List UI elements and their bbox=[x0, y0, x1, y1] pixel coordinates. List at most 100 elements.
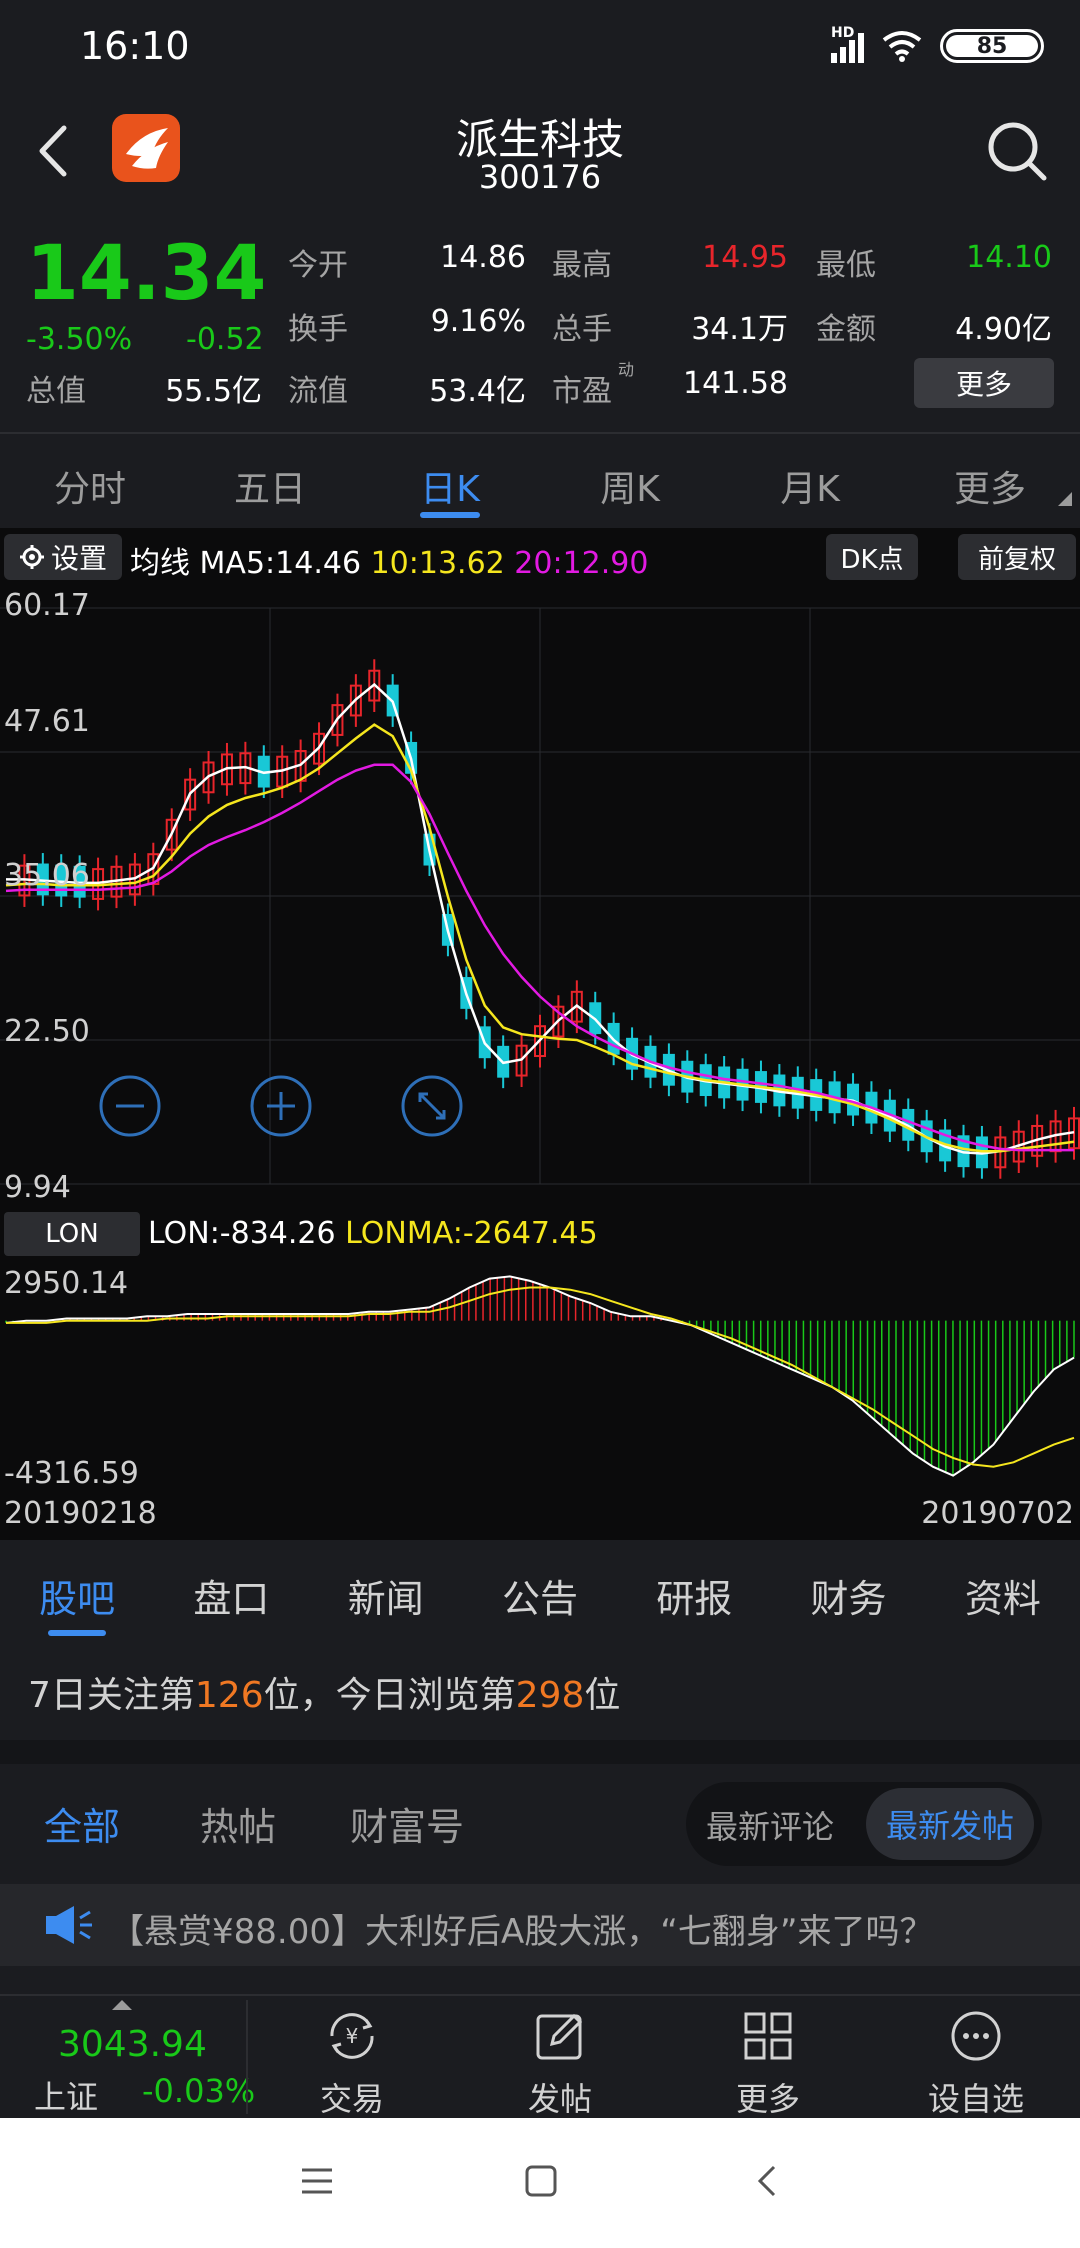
more-quote-button[interactable]: 更多 bbox=[914, 358, 1054, 408]
tab-news[interactable]: 新闻 bbox=[309, 1542, 463, 1640]
quote-label: 总手 bbox=[552, 312, 612, 347]
follow-rank: 126 bbox=[194, 1675, 264, 1716]
sort-latest-comment[interactable]: 最新评论 bbox=[706, 1802, 834, 1848]
more-dots-icon bbox=[951, 2011, 1001, 2061]
chart-settings-button[interactable]: 设置 bbox=[4, 534, 122, 580]
tab-guba[interactable]: 股吧 bbox=[0, 1542, 154, 1640]
total-value: 55.5亿 bbox=[165, 374, 262, 409]
nav-back-icon[interactable] bbox=[752, 2164, 786, 2198]
change-amount: -0.52 bbox=[186, 322, 264, 357]
home-icon[interactable] bbox=[524, 2164, 558, 2198]
add-watchlist-button[interactable]: 设自选 bbox=[896, 1996, 1056, 2120]
x-axis-start-date: 20190218 bbox=[4, 1496, 157, 1531]
tab-weekly-k[interactable]: 周K bbox=[540, 440, 720, 524]
filter-all[interactable]: 全部 bbox=[44, 1796, 120, 1906]
network-type-label: HD bbox=[831, 25, 855, 41]
period-tabs: 分时 五日 日K 周K 月K 更多 bbox=[0, 440, 1080, 524]
tab-daily-k[interactable]: 日K bbox=[360, 440, 540, 524]
back-icon[interactable] bbox=[20, 116, 90, 186]
price-tick: 35.06 bbox=[4, 858, 90, 893]
battery-icon: 85 bbox=[940, 29, 1044, 63]
tab-profile[interactable]: 资料 bbox=[926, 1542, 1080, 1640]
spacer bbox=[0, 1740, 1080, 1764]
trade-button[interactable]: ¥ 交易 bbox=[272, 1996, 432, 2120]
system-nav-bar bbox=[0, 2118, 1080, 2248]
tab-intraday[interactable]: 分时 bbox=[0, 440, 180, 524]
dk-point-button[interactable]: DK点 bbox=[826, 534, 918, 580]
quote-label: 最高 bbox=[552, 248, 612, 283]
stock-header: 派生科技 300176 bbox=[0, 96, 1080, 206]
quote-value: 9.16% bbox=[430, 304, 526, 339]
filter-hot[interactable]: 热帖 bbox=[200, 1796, 276, 1851]
search-icon[interactable] bbox=[982, 116, 1052, 186]
index-ticker[interactable]: 3043.94 上证 -0.03% bbox=[0, 1996, 255, 2120]
more-button[interactable]: 更多 bbox=[688, 1996, 848, 2120]
index-value: 3043.94 bbox=[58, 2024, 207, 2065]
price-tick: 22.50 bbox=[4, 1014, 90, 1049]
status-icons: HD 85 bbox=[831, 25, 1044, 66]
candlestick-chart[interactable] bbox=[0, 584, 1080, 1208]
price-tick: 60.17 bbox=[4, 588, 90, 623]
view-rank: 298 bbox=[515, 1675, 585, 1716]
fullscreen-icon[interactable] bbox=[400, 1074, 464, 1138]
quote-label: 金额 bbox=[816, 312, 876, 347]
price-tick: 9.94 bbox=[4, 1170, 71, 1205]
follow-rank-row: 7日关注第126位，今日浏览第298位 bbox=[0, 1644, 1080, 1738]
ma20-value: 20:12.90 bbox=[514, 546, 649, 581]
notice-text: 【悬赏¥88.00】大利好后A股大涨，“七翻身”来了吗？ bbox=[110, 1912, 934, 1952]
quote-panel: 14.34 -3.50% -0.52 总值 55.5亿 今开 14.86 最高 … bbox=[0, 214, 1080, 428]
follow-rank-text: 7日关注第126位，今日浏览第298位 bbox=[28, 1675, 621, 1716]
index-name: 上证 bbox=[34, 2078, 99, 2116]
sort-toggle: 最新评论 最新发帖 bbox=[686, 1782, 1042, 1866]
tab-announcements[interactable]: 公告 bbox=[463, 1542, 617, 1640]
ma10-value: 10:13.62 bbox=[370, 546, 505, 581]
change-percent: -3.50% bbox=[26, 322, 133, 357]
quote-label: 今开 bbox=[288, 248, 348, 283]
tab-research[interactable]: 研报 bbox=[617, 1542, 771, 1640]
quote-value: 53.4亿 bbox=[429, 374, 526, 409]
tab-order-book[interactable]: 盘口 bbox=[154, 1542, 308, 1640]
tab-five-day[interactable]: 五日 bbox=[180, 440, 360, 524]
svg-text:¥: ¥ bbox=[346, 2024, 359, 2048]
divider bbox=[246, 2000, 248, 2114]
pe-superscript: 动 bbox=[618, 360, 635, 379]
zoom-in-icon[interactable] bbox=[249, 1074, 313, 1138]
quote-label: 市盈 bbox=[552, 374, 612, 409]
menu-icon[interactable] bbox=[300, 2164, 334, 2198]
stock-code: 300176 bbox=[478, 158, 602, 196]
price-adjust-button[interactable]: 前复权 bbox=[958, 534, 1076, 580]
total-value-label: 总值 bbox=[26, 374, 86, 409]
grid-icon bbox=[744, 2012, 792, 2060]
tab-financials[interactable]: 财务 bbox=[771, 1542, 925, 1640]
quote-value: 14.10 bbox=[966, 240, 1052, 275]
indicator-switch-button[interactable]: LON bbox=[4, 1212, 140, 1256]
kline-chart-panel: 设置 均线 MA5:14.46 10:13.62 20:12.90 DK点 前复… bbox=[0, 528, 1080, 1540]
compose-icon bbox=[536, 2013, 583, 2060]
filter-fortune[interactable]: 财富号 bbox=[350, 1796, 464, 1851]
quote-label: 流值 bbox=[288, 374, 348, 409]
lon-legend: LON:-834.26 LONMA:-2647.45 bbox=[148, 1216, 598, 1251]
lon-tick: -4316.59 bbox=[4, 1456, 139, 1491]
trade-icon: ¥ bbox=[330, 2013, 374, 2059]
quote-label: 最低 bbox=[816, 248, 876, 283]
post-button[interactable]: 发帖 bbox=[480, 1996, 640, 2120]
bottom-toolbar: 3043.94 上证 -0.03% ¥ 交易 发帖 更多 设自选 bbox=[0, 1994, 1080, 2120]
signal-icon: HD bbox=[831, 25, 864, 63]
megaphone-icon bbox=[46, 1906, 92, 1944]
gear-icon bbox=[19, 545, 44, 569]
divider bbox=[0, 432, 1080, 434]
zoom-out-icon[interactable] bbox=[98, 1074, 162, 1138]
sort-latest-post[interactable]: 最新发帖 bbox=[866, 1788, 1034, 1860]
ma-legend: 均线 MA5:14.46 10:13.62 20:12.90 bbox=[130, 546, 649, 581]
quote-value: 14.86 bbox=[440, 240, 526, 275]
notice-banner[interactable]: 【悬赏¥88.00】大利好后A股大涨，“七翻身”来了吗？ bbox=[0, 1884, 1080, 1966]
tab-more-periods[interactable]: 更多 bbox=[900, 440, 1080, 524]
index-change: -0.03% bbox=[142, 2072, 256, 2110]
quote-value: 141.58 bbox=[683, 366, 788, 401]
lon-indicator-chart[interactable] bbox=[0, 1262, 1080, 1490]
tab-monthly-k[interactable]: 月K bbox=[720, 440, 900, 524]
quote-value: 4.90亿 bbox=[955, 312, 1052, 347]
quote-value: 14.95 bbox=[702, 240, 788, 275]
quote-label: 换手 bbox=[288, 312, 348, 347]
corner-triangle-icon bbox=[1058, 492, 1072, 506]
